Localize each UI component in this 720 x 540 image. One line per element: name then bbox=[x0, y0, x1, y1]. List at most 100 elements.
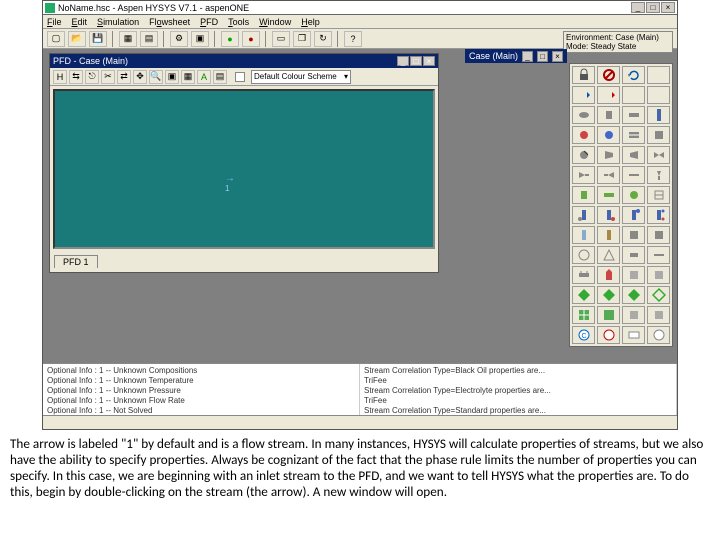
workbook-button[interactable]: ▤ bbox=[140, 31, 158, 47]
pfd-checkbox[interactable] bbox=[235, 72, 245, 82]
op-5-icon[interactable] bbox=[622, 246, 645, 264]
lng-icon[interactable] bbox=[647, 126, 670, 144]
solver-hold-button[interactable]: ● bbox=[242, 31, 260, 47]
menu-flowsheet[interactable]: Flowsheet bbox=[149, 17, 190, 27]
pump-icon[interactable] bbox=[572, 146, 595, 164]
colour-scheme-select[interactable]: Default Colour Scheme▾ bbox=[251, 70, 351, 84]
pfd-tool-drag[interactable]: ✥ bbox=[133, 70, 147, 84]
op-2-icon[interactable] bbox=[647, 226, 670, 244]
op-7-icon[interactable] bbox=[622, 266, 645, 284]
help-button[interactable]: ? bbox=[344, 31, 362, 47]
pfd-tool-1[interactable]: H bbox=[53, 70, 67, 84]
compressor-icon[interactable] bbox=[597, 146, 620, 164]
pfd-tool-zoom[interactable]: 🔍 bbox=[149, 70, 163, 84]
palette-cancel-icon[interactable] bbox=[597, 66, 620, 84]
menu-help[interactable]: Help bbox=[301, 17, 320, 27]
pfd-tool-break[interactable]: ✂ bbox=[101, 70, 115, 84]
menu-simulation[interactable]: Simulation bbox=[97, 17, 139, 27]
pipe-icon[interactable] bbox=[622, 166, 645, 184]
set-icon[interactable] bbox=[597, 286, 620, 304]
refluxed-abs-icon[interactable] bbox=[622, 206, 645, 224]
material-stream-icon[interactable] bbox=[572, 86, 595, 104]
minimize-button[interactable]: _ bbox=[631, 2, 645, 13]
energy-stream-icon[interactable] bbox=[597, 86, 620, 104]
pfd-close-button[interactable]: × bbox=[423, 56, 435, 66]
tool-button-2[interactable]: ▣ bbox=[191, 31, 209, 47]
menu-window[interactable]: Window bbox=[259, 17, 291, 27]
pfd-tool-fit[interactable]: ▣ bbox=[165, 70, 179, 84]
balance-icon[interactable] bbox=[647, 286, 670, 304]
case-close-button[interactable]: × bbox=[552, 51, 563, 62]
stream-1[interactable]: → 1 bbox=[225, 173, 235, 193]
adjust-icon[interactable] bbox=[572, 286, 595, 304]
column-icon[interactable] bbox=[647, 106, 670, 124]
pfd-max-button[interactable]: □ bbox=[410, 56, 422, 66]
op-6-icon[interactable] bbox=[647, 246, 670, 264]
pfd-tool-swap[interactable]: ⇄ bbox=[117, 70, 131, 84]
solver-active-button[interactable]: ● bbox=[221, 31, 239, 47]
op-1-icon[interactable] bbox=[622, 226, 645, 244]
op-3-icon[interactable] bbox=[572, 246, 595, 264]
pfd-tool-table[interactable]: ▤ bbox=[213, 70, 227, 84]
distillation-icon[interactable] bbox=[647, 206, 670, 224]
menu-edit[interactable]: Edit bbox=[72, 17, 88, 27]
liq-liq-ext-icon[interactable] bbox=[597, 226, 620, 244]
op-10-icon[interactable] bbox=[647, 306, 670, 324]
fired-heater-icon[interactable] bbox=[597, 266, 620, 284]
op-8-icon[interactable] bbox=[647, 266, 670, 284]
reboiled-abs-icon[interactable] bbox=[597, 206, 620, 224]
recycle-icon[interactable] bbox=[622, 286, 645, 304]
pfd-canvas[interactable]: → 1 bbox=[53, 89, 435, 249]
relief-valve-icon[interactable] bbox=[647, 166, 670, 184]
heater-icon[interactable] bbox=[572, 126, 595, 144]
pfd-min-button[interactable]: _ bbox=[397, 56, 409, 66]
maximize-button[interactable]: □ bbox=[646, 2, 660, 13]
menu-file[interactable]: File bbox=[47, 17, 62, 27]
close-button[interactable]: × bbox=[661, 2, 675, 13]
tool-button-4[interactable]: ❐ bbox=[293, 31, 311, 47]
palette-lock-icon[interactable] bbox=[572, 66, 595, 84]
tank-icon[interactable] bbox=[597, 106, 620, 124]
op-4-icon[interactable] bbox=[597, 246, 620, 264]
transfer-fn-icon[interactable] bbox=[622, 326, 645, 344]
subflowsheet-icon[interactable] bbox=[597, 306, 620, 324]
shortcut-col-icon[interactable] bbox=[572, 226, 595, 244]
pfd-tool-2[interactable]: ⇆ bbox=[69, 70, 83, 84]
save-button[interactable]: 💾 bbox=[89, 31, 107, 47]
tool-button-1[interactable]: ⚙ bbox=[170, 31, 188, 47]
palette-rotate-icon[interactable] bbox=[622, 66, 645, 84]
pfd-tool-text[interactable]: A bbox=[197, 70, 211, 84]
air-cooler-icon[interactable] bbox=[572, 266, 595, 284]
reactor-pfr-icon[interactable] bbox=[597, 186, 620, 204]
menu-tools[interactable]: Tools bbox=[228, 17, 249, 27]
absorber-icon[interactable] bbox=[572, 206, 595, 224]
pfd-tool-attach[interactable]: ⎋ bbox=[85, 70, 99, 84]
heat-exch-icon[interactable] bbox=[622, 126, 645, 144]
controller-icon[interactable]: C bbox=[572, 326, 595, 344]
component-splitter-icon[interactable] bbox=[647, 186, 670, 204]
selector-icon[interactable] bbox=[647, 326, 670, 344]
pfd-button[interactable]: ▦ bbox=[119, 31, 137, 47]
new-button[interactable]: ▢ bbox=[47, 31, 65, 47]
pfd-titlebar[interactable]: PFD - Case (Main) _ □ × bbox=[50, 54, 438, 68]
case-max-button[interactable]: □ bbox=[537, 51, 548, 62]
pfd-tab-1[interactable]: PFD 1 bbox=[54, 255, 98, 268]
valve-icon[interactable] bbox=[647, 146, 670, 164]
3phase-sep-icon[interactable] bbox=[622, 106, 645, 124]
op-9-icon[interactable] bbox=[622, 306, 645, 324]
reactor-gibbs-icon[interactable] bbox=[622, 186, 645, 204]
separator-icon[interactable] bbox=[572, 106, 595, 124]
spreadsheet-icon[interactable] bbox=[572, 306, 595, 324]
reactor-cstr-icon[interactable] bbox=[572, 186, 595, 204]
mixer-icon[interactable] bbox=[572, 166, 595, 184]
open-button[interactable]: 📂 bbox=[68, 31, 86, 47]
case-min-button[interactable]: _ bbox=[522, 51, 533, 62]
expander-icon[interactable] bbox=[622, 146, 645, 164]
menu-pfd[interactable]: PFD bbox=[200, 17, 218, 27]
digital-point-icon[interactable] bbox=[597, 326, 620, 344]
cooler-icon[interactable] bbox=[597, 126, 620, 144]
tool-button-5[interactable]: ↻ bbox=[314, 31, 332, 47]
palette-blank-3[interactable] bbox=[647, 86, 670, 104]
palette-blank-2[interactable] bbox=[622, 86, 645, 104]
tee-icon[interactable] bbox=[597, 166, 620, 184]
